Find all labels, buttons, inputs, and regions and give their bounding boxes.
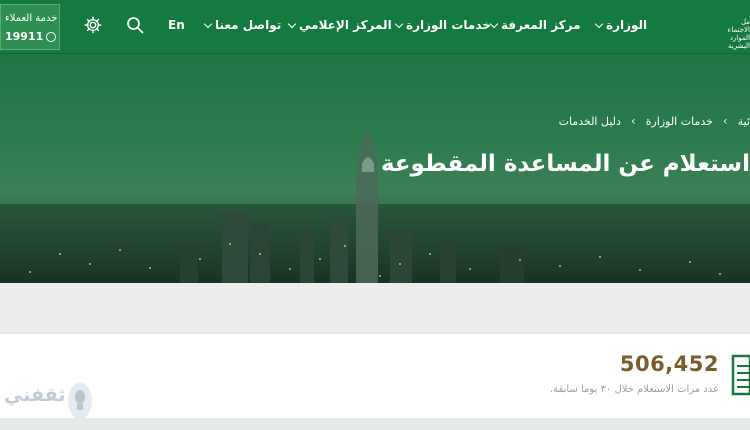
inquiry-count: 506,452: [619, 352, 719, 376]
nav-ministry-services[interactable]: خدمات الوزارة: [394, 18, 491, 32]
chevron-down-icon: [203, 19, 213, 28]
customer-service-phone: 19911: [5, 30, 44, 43]
phone-icon: [46, 31, 57, 42]
inquiry-count-description: عدد مرات الاستعلام خلال ٣٠ يوما سابقة.: [549, 384, 719, 395]
page-title: استعلام عن المساعدة المقطوعة: [380, 151, 750, 177]
breadcrumb-item[interactable]: خدمات الوزارة: [646, 115, 713, 128]
nav-knowledge-center[interactable]: مركز المعرفة: [489, 18, 581, 32]
search-icon[interactable]: [125, 15, 145, 35]
watermark-text: ثقفني: [4, 384, 66, 406]
nav-ministry-services-label: خدمات الوزارة: [406, 18, 491, 32]
nav-media-center[interactable]: المركز الإعلامي: [287, 18, 392, 32]
chevron-down-icon: [594, 19, 604, 28]
chevron-left-icon: ›: [722, 114, 728, 128]
chevron-down-icon: [287, 19, 297, 28]
gear-icon[interactable]: [84, 16, 102, 34]
chevron-left-icon: ›: [630, 114, 636, 128]
nav-ministry[interactable]: الوزارة: [594, 18, 648, 32]
breadcrumb: ئية › خدمات الوزارة › دليل الخدمات: [363, 114, 750, 128]
ministry-logo[interactable]: مل الاجتماعية الموارد البشرية: [728, 18, 750, 50]
nav-knowledge-center-label: مركز المعرفة: [501, 18, 581, 32]
chevron-down-icon: [489, 19, 499, 28]
content-band: [0, 283, 750, 333]
hero-banner: ئية › خدمات الوزارة › دليل الخدمات استعل…: [0, 54, 750, 283]
document-list-icon: [731, 354, 750, 396]
nav-ministry-label: الوزارة: [606, 18, 648, 32]
customer-service-title: خدمة العملاء: [5, 13, 58, 24]
breadcrumb-current[interactable]: دليل الخدمات: [559, 115, 621, 128]
stat-card: 506,452 عدد مرات الاستعلام خلال ٣٠ يوما …: [0, 333, 750, 418]
bottom-strip: [0, 418, 750, 430]
customer-service-box[interactable]: خدمة العملاء 19911: [0, 4, 60, 50]
nav-media-center-label: المركز الإعلامي: [299, 18, 392, 32]
chevron-down-icon: [394, 19, 404, 28]
top-navigation-bar: خدمة العملاء 19911 En تواصل معنا المركز …: [0, 0, 750, 54]
language-switch[interactable]: En: [168, 18, 185, 32]
nav-contact-us-label: تواصل معنا: [215, 18, 282, 32]
breadcrumb-item[interactable]: ئية: [738, 115, 750, 128]
nav-contact-us[interactable]: تواصل معنا: [203, 18, 282, 32]
